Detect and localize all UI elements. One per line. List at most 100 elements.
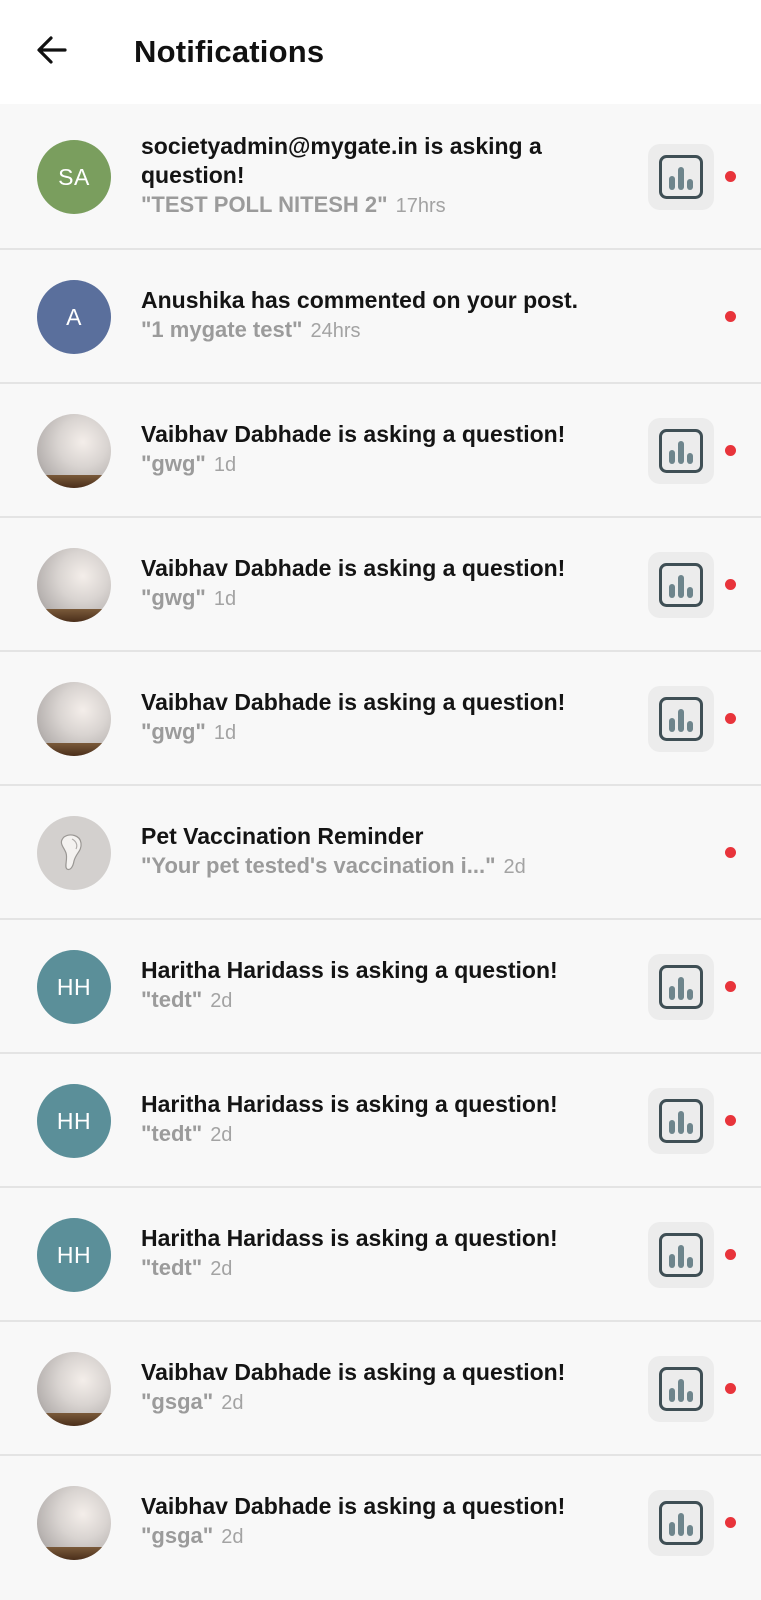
- poll-button[interactable]: [648, 954, 714, 1020]
- notification-subtitle: "tedt" 2d: [141, 986, 631, 1017]
- avatar: HH: [37, 1084, 111, 1158]
- notification-quote: "gsga": [141, 1523, 214, 1548]
- notification-quote: "gwg": [141, 719, 206, 744]
- notification-item[interactable]: Vaibhav Dabhade is asking a question! "g…: [0, 1456, 761, 1590]
- notification-headline-line: societyadmin@mygate.in is asking a: [141, 133, 542, 159]
- unread-dot: [725, 1517, 736, 1528]
- back-button[interactable]: [28, 26, 76, 74]
- app-header: Notifications: [0, 0, 761, 104]
- notification-content: Vaibhav Dabhade is asking a question! "g…: [141, 420, 631, 481]
- notification-subtitle: "gsga" 2d: [141, 1522, 631, 1553]
- notification-headline: Vaibhav Dabhade is asking a question!: [141, 421, 566, 447]
- poll-button[interactable]: [648, 418, 714, 484]
- poll-button[interactable]: [648, 1222, 714, 1288]
- avatar: [37, 1486, 111, 1560]
- notification-quote: "gsga": [141, 1389, 214, 1414]
- poll-button[interactable]: [648, 686, 714, 752]
- unread-dot: [725, 1115, 736, 1126]
- avatar: [37, 1352, 111, 1426]
- avatar-initials: HH: [56, 1107, 92, 1134]
- poll-button[interactable]: [648, 1088, 714, 1154]
- page-title: Notifications: [134, 34, 325, 69]
- notification-content: Haritha Haridass is asking a question! "…: [141, 956, 631, 1017]
- notification-headline: Vaibhav Dabhade is asking a question!: [141, 1493, 566, 1519]
- notification-subtitle: "gwg" 1d: [141, 584, 631, 615]
- notification-quote: "tedt": [141, 1255, 203, 1280]
- unread-dot: [725, 445, 736, 456]
- notification-subtitle: "gwg" 1d: [141, 718, 631, 749]
- notification-content: Vaibhav Dabhade is asking a question! "g…: [141, 1358, 631, 1419]
- avatar: HH: [37, 950, 111, 1024]
- avatar: [37, 414, 111, 488]
- avatar: A: [37, 280, 111, 354]
- poll-button[interactable]: [648, 1356, 714, 1422]
- notification-headline: Pet Vaccination Reminder: [141, 823, 424, 849]
- notification-time: 1d: [213, 722, 237, 744]
- avatar: [37, 816, 111, 890]
- poll-chart-icon: [659, 1099, 703, 1143]
- unread-dot: [725, 311, 736, 322]
- notification-headline: Vaibhav Dabhade is asking a question!: [141, 689, 566, 715]
- poll-chart-icon: [659, 697, 703, 741]
- notification-item[interactable]: SA societyadmin@mygate.in is asking a qu…: [0, 104, 761, 250]
- notification-time: 2d: [221, 1392, 244, 1414]
- unread-dot: [725, 847, 736, 858]
- avatar-initials: A: [66, 303, 82, 330]
- avatar: [37, 548, 111, 622]
- notification-item[interactable]: A Anushika has commented on your post. "…: [0, 250, 761, 384]
- notification-headline: Haritha Haridass is asking a question!: [141, 1091, 558, 1117]
- notification-time: 2d: [210, 1258, 233, 1280]
- notification-item[interactable]: Pet Vaccination Reminder "Your pet teste…: [0, 786, 761, 920]
- notification-item[interactable]: HH Haritha Haridass is asking a question…: [0, 920, 761, 1054]
- unread-dot: [725, 1249, 736, 1260]
- avatar-initials: HH: [56, 1241, 92, 1268]
- notification-subtitle: "gwg" 1d: [141, 450, 631, 481]
- poll-button[interactable]: [648, 144, 714, 210]
- notification-item[interactable]: HH Haritha Haridass is asking a question…: [0, 1188, 761, 1322]
- poll-chart-icon: [659, 155, 703, 199]
- notification-headline-line: question!: [141, 162, 245, 188]
- poll-button[interactable]: [648, 552, 714, 618]
- unread-dot: [725, 171, 736, 182]
- avatar-initials: SA: [58, 163, 90, 190]
- notification-headline: Haritha Haridass is asking a question!: [141, 1225, 558, 1251]
- notification-time: 1d: [213, 454, 237, 476]
- notification-item[interactable]: HH Haritha Haridass is asking a question…: [0, 1054, 761, 1188]
- notification-item[interactable]: Vaibhav Dabhade is asking a question! "g…: [0, 518, 761, 652]
- avatar-initials: HH: [56, 973, 92, 1000]
- notification-subtitle: "Your pet tested's vaccination i..." 2d: [141, 852, 631, 883]
- notification-content: Vaibhav Dabhade is asking a question! "g…: [141, 554, 631, 615]
- notification-time: 2d: [503, 856, 526, 878]
- notification-headline: Haritha Haridass is asking a question!: [141, 957, 558, 983]
- notification-subtitle: "TEST POLL NITESH 2" 17hrs: [141, 191, 631, 222]
- notification-quote: "1 mygate test": [141, 317, 303, 342]
- notification-quote: "gwg": [141, 585, 206, 610]
- unread-dot: [725, 1383, 736, 1394]
- notification-item[interactable]: Vaibhav Dabhade is asking a question! "g…: [0, 1322, 761, 1456]
- notification-quote: "gwg": [141, 451, 206, 476]
- notification-subtitle: "tedt" 2d: [141, 1254, 631, 1285]
- notification-headline: societyadmin@mygate.in is asking a quest…: [141, 132, 631, 190]
- poll-chart-icon: [659, 1501, 703, 1545]
- notification-content: Haritha Haridass is asking a question! "…: [141, 1090, 631, 1151]
- arrow-left-icon: [37, 36, 67, 64]
- poll-chart-icon: [659, 563, 703, 607]
- poll-button[interactable]: [648, 1490, 714, 1556]
- notification-item[interactable]: Vaibhav Dabhade is asking a question! "g…: [0, 652, 761, 786]
- notification-time: 1d: [213, 588, 237, 610]
- avatar: HH: [37, 1218, 111, 1292]
- poll-chart-icon: [659, 965, 703, 1009]
- notification-item[interactable]: Vaibhav Dabhade is asking a question! "g…: [0, 384, 761, 518]
- notification-quote: "tedt": [141, 1121, 203, 1146]
- pet-image-icon: [60, 834, 82, 871]
- notification-quote: "TEST POLL NITESH 2": [141, 192, 388, 217]
- notifications-screen: Notifications SA societyadmin@mygate.in …: [0, 0, 761, 1600]
- notification-quote: "Your pet tested's vaccination i...": [141, 853, 496, 878]
- avatar: SA: [37, 140, 111, 214]
- notification-time: 2d: [210, 1124, 233, 1146]
- notification-time: 2d: [221, 1526, 244, 1548]
- notification-subtitle: "tedt" 2d: [141, 1120, 631, 1151]
- notification-content: Vaibhav Dabhade is asking a question! "g…: [141, 688, 631, 749]
- notification-content: Pet Vaccination Reminder "Your pet teste…: [141, 822, 631, 883]
- notification-content: Anushika has commented on your post. "1 …: [141, 286, 631, 347]
